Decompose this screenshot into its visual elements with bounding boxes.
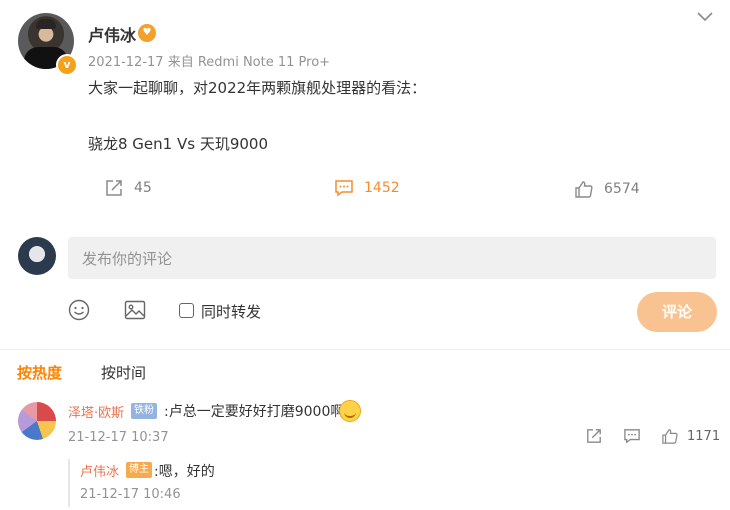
tab-sort-by-time[interactable]: 按时间	[101, 362, 146, 383]
comment-reply-icon[interactable]	[623, 428, 641, 444]
repost-count: 45	[134, 180, 152, 196]
fan-badge: 铁粉	[131, 403, 157, 419]
smile-emoji-icon	[339, 400, 361, 422]
like-count: 6574	[604, 181, 640, 197]
chevron-down-icon[interactable]	[696, 10, 714, 24]
comment-time: 21-12-17 10:37	[68, 430, 169, 445]
reply-text: :嗯，好的	[154, 464, 215, 480]
comment-icon	[335, 180, 353, 197]
comment-count: 1452	[364, 180, 400, 196]
repost-button[interactable]: 45	[104, 179, 152, 197]
comment-input[interactable]: 发布你的评论	[68, 237, 716, 279]
thumbs-up-icon	[575, 181, 593, 198]
post-meta: 2021-12-17 来自 Redmi Note 11 Pro+	[88, 51, 330, 70]
comment-button[interactable]: 1452	[334, 179, 400, 197]
like-button[interactable]: 6574	[574, 180, 640, 198]
reply-author-name[interactable]: 卢伟冰	[80, 461, 119, 480]
comment-like-count: 1171	[687, 428, 721, 444]
emoji-icon[interactable]	[68, 299, 90, 321]
repost-icon	[106, 180, 122, 196]
repost-checkbox[interactable]	[179, 303, 194, 318]
post-text-line-1: 大家一起聊聊，对2022年两颗旗舰处理器的看法：	[88, 79, 427, 97]
verified-icon: v	[56, 54, 78, 76]
divider	[0, 349, 730, 350]
comment-thumbs-up-icon	[662, 429, 678, 444]
current-user-avatar	[18, 237, 56, 275]
commenter-avatar[interactable]	[18, 402, 56, 440]
host-badge: 博主	[126, 462, 152, 478]
post-date: 2021-12-17	[88, 55, 164, 70]
reply-time: 21-12-17 10:46	[80, 487, 181, 502]
comment-input-placeholder: 发布你的评论	[82, 250, 173, 268]
commenter-name[interactable]: 泽塔·欧斯	[68, 402, 124, 421]
comment-repost-icon[interactable]	[585, 428, 603, 444]
submit-comment-button[interactable]: 评论	[637, 292, 717, 332]
reply-thread-bar	[68, 459, 70, 507]
author-name[interactable]: 卢伟冰	[88, 22, 136, 46]
vip-badge-icon: ♥	[138, 24, 156, 42]
repost-checkbox-label[interactable]: 同时转发	[201, 301, 261, 322]
tab-sort-by-hot[interactable]: 按热度	[17, 362, 62, 383]
post-source: 来自 Redmi Note 11 Pro+	[167, 55, 331, 70]
post-text-line-2: 骁龙8 Gen1 Vs 天玑9000	[88, 135, 269, 153]
image-icon[interactable]	[124, 300, 146, 320]
comment-like-button[interactable]: 1171	[661, 428, 720, 444]
comment-text: :卢总一定要好好打磨9000啊	[164, 404, 345, 420]
